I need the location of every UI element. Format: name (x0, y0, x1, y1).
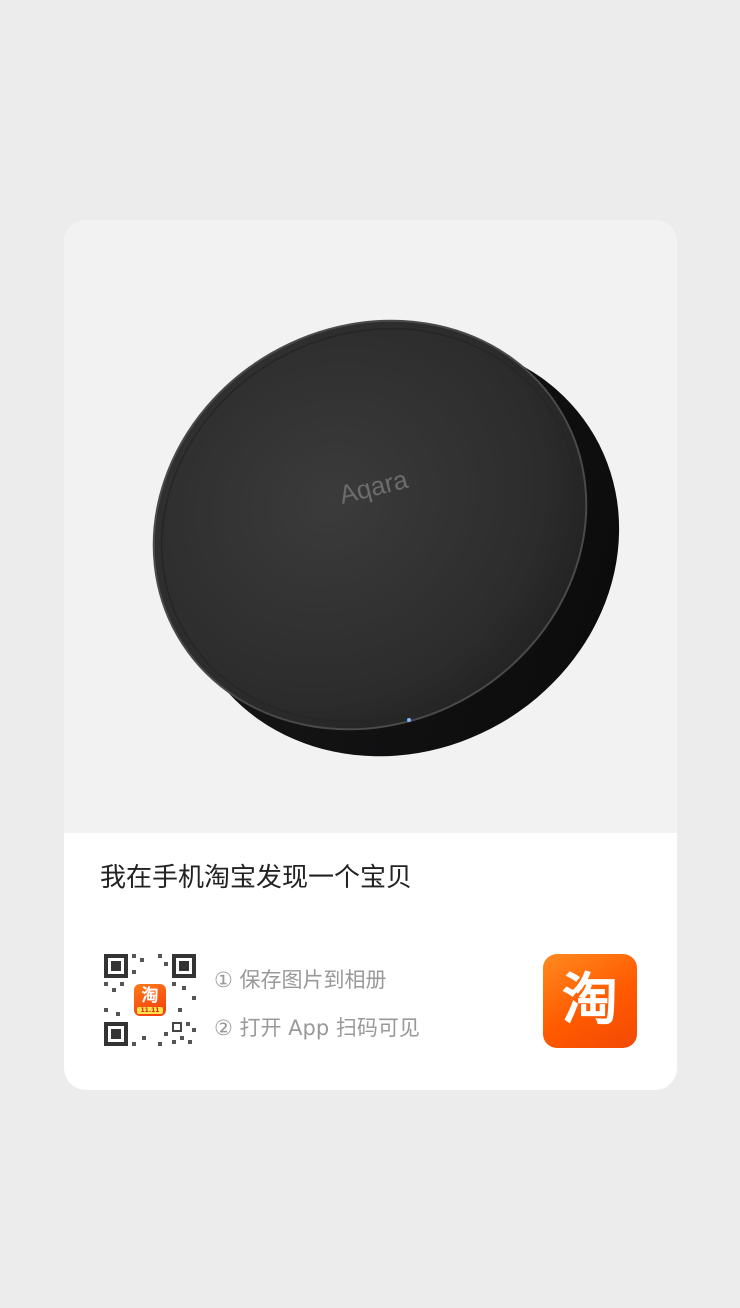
qr-code[interactable]: 淘 11.11 (102, 952, 198, 1048)
product-image: Aqara (64, 220, 677, 833)
product-illustration: Aqara (152, 319, 620, 757)
taobao-logo-glyph: 淘 (562, 968, 618, 1033)
step-save-image: ① 保存图片到相册 (214, 968, 387, 992)
qr-center-date: 11.11 (137, 1007, 163, 1014)
qr-center-glyph: 淘 (141, 986, 159, 1006)
qr-center-badge: 淘 11.11 (134, 984, 166, 1016)
share-poster-screen: Aqara 我在手机淘宝发现一个宝贝 淘 11.11 ① 保存图片到相册 ② 打… (0, 0, 740, 1308)
taobao-app-icon[interactable]: 淘 (543, 954, 637, 1048)
scan-instructions: ① 保存图片到相册 ② 打开 App 扫码可见 (214, 956, 420, 1052)
indicator-light (407, 718, 411, 722)
share-card: Aqara 我在手机淘宝发现一个宝贝 淘 11.11 ① 保存图片到相册 ② 打… (64, 220, 677, 1090)
share-title: 我在手机淘宝发现一个宝贝 (100, 863, 413, 893)
step-open-app-scan: ② 打开 App 扫码可见 (214, 1016, 420, 1040)
